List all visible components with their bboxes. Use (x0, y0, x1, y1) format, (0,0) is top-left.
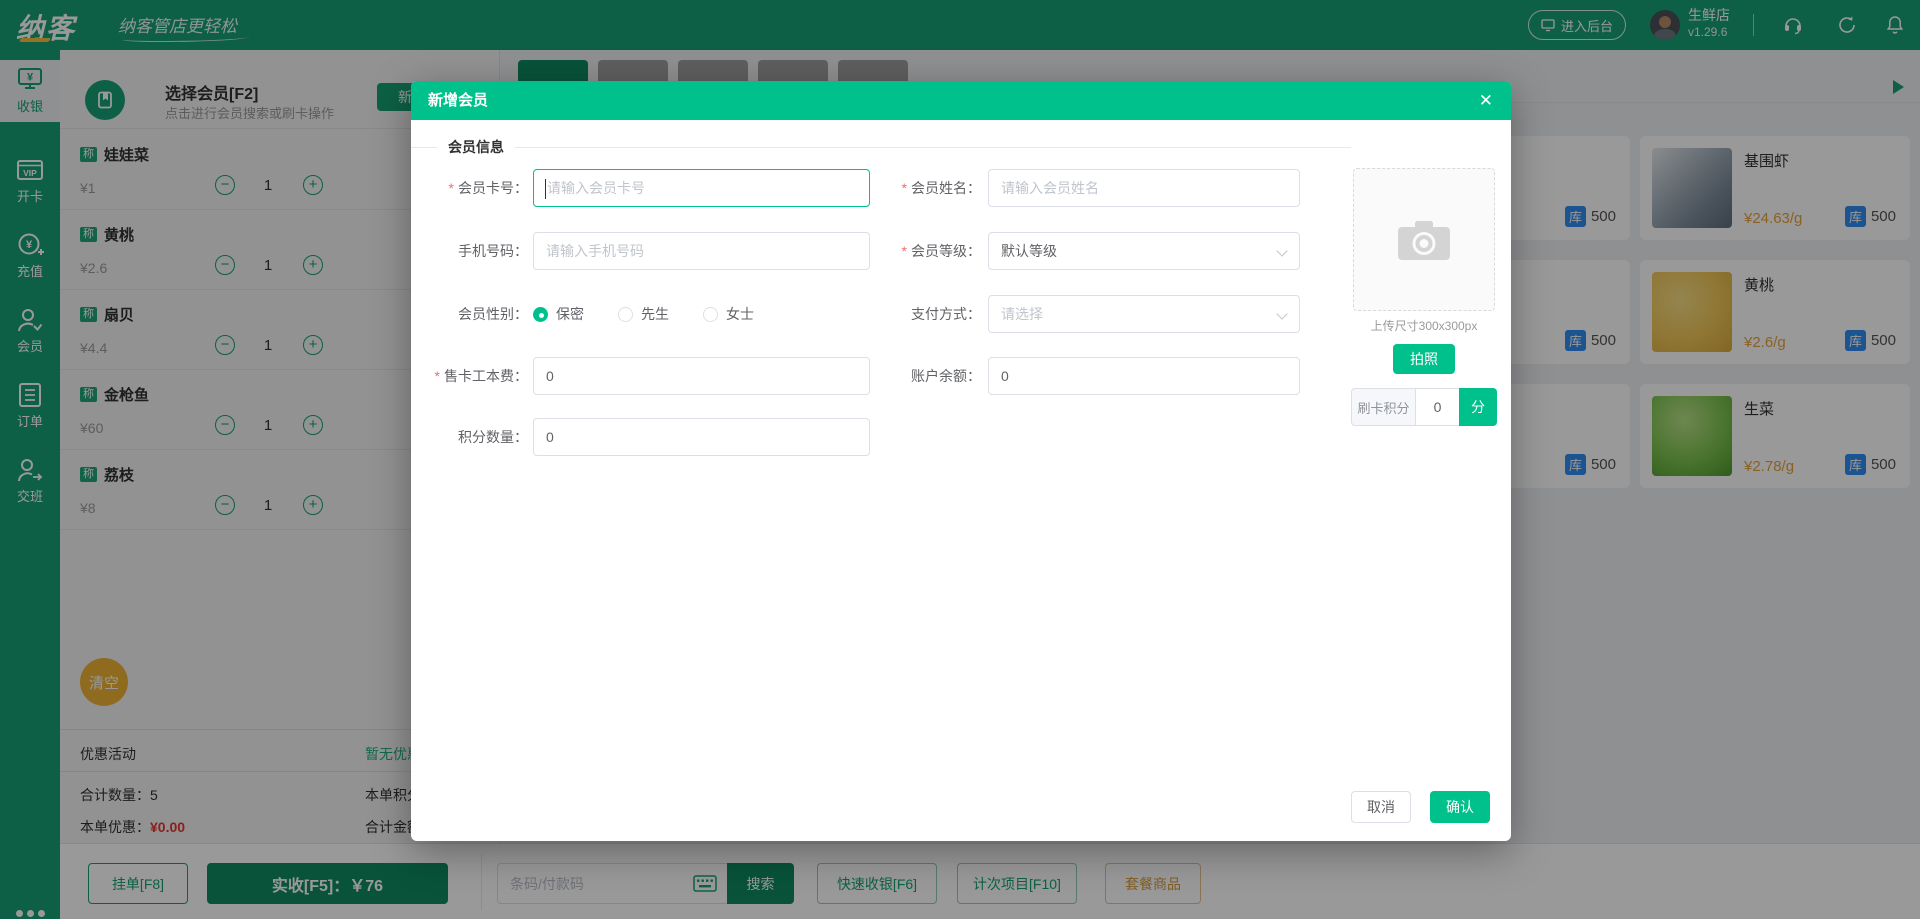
phone-label: 手机号码： (458, 243, 528, 259)
photo-upload-box[interactable] (1353, 168, 1495, 311)
member-info-section-header: 会员信息 (411, 137, 1351, 157)
radio-icon (703, 306, 718, 322)
member-name-field[interactable] (988, 169, 1300, 207)
card-no-field[interactable] (533, 169, 870, 207)
take-photo-button[interactable]: 拍照 (1393, 344, 1455, 374)
member-level-value: 默认等级 (1001, 243, 1057, 259)
points-label: 积分数量： (458, 429, 528, 445)
gender-radio-group: 保密 先生 女士 (533, 295, 754, 333)
card-no-label: 会员卡号： (417, 169, 528, 207)
member-name-label: 会员姓名： (831, 169, 981, 207)
member-level-label: 会员等级： (831, 232, 981, 270)
section-title: 会员信息 (448, 139, 504, 155)
gender-option-male[interactable]: 先生 (618, 304, 669, 324)
camera-icon (1398, 220, 1450, 260)
swipe-points-label: 刷卡积分 (1351, 388, 1415, 426)
member-level-select[interactable]: 默认等级 (988, 232, 1300, 270)
points-field[interactable] (533, 418, 870, 456)
swipe-points-input[interactable] (1415, 388, 1459, 426)
card-fee-input[interactable] (534, 358, 869, 394)
gender-option-label: 保密 (556, 306, 584, 322)
payment-select[interactable]: 请选择 (988, 295, 1300, 333)
modal-title: 新增会员 (428, 92, 489, 109)
card-no-input[interactable] (534, 170, 869, 206)
radio-selected-icon (533, 306, 548, 322)
gender-option-female[interactable]: 女士 (703, 304, 754, 324)
divider (411, 146, 437, 148)
points-input[interactable] (534, 419, 869, 455)
cancel-button[interactable]: 取消 (1351, 791, 1411, 823)
swipe-points-unit-button[interactable]: 分 (1459, 388, 1497, 426)
card-fee-label: 售卡工本费： (417, 357, 528, 395)
phone-input[interactable] (534, 233, 869, 269)
phone-field[interactable] (533, 232, 870, 270)
swipe-points-group: 刷卡积分 分 (1351, 388, 1497, 426)
gender-option-label: 女士 (726, 306, 754, 322)
close-icon[interactable]: ✕ (1479, 81, 1493, 120)
gender-option-label: 先生 (641, 306, 669, 322)
balance-field[interactable] (988, 357, 1300, 395)
gender-option-secret[interactable]: 保密 (533, 304, 584, 324)
photo-size-hint: 上传尺寸300x300px (1370, 319, 1478, 333)
pos-screen: 纳客 纳客管店更轻松 进入后台 生鲜店 v1.29.6 ¥ 收银 VIP 开卡 … (0, 0, 1920, 919)
balance-input[interactable] (989, 358, 1299, 394)
add-member-modal: 新增会员 ✕ 会员信息 会员卡号： 会员姓名： 手机号码： 会员等级： 默认等级 (411, 81, 1511, 841)
balance-label: 账户余额： (911, 368, 981, 384)
member-name-input[interactable] (989, 170, 1299, 206)
confirm-button[interactable]: 确认 (1430, 791, 1490, 823)
payment-placeholder: 请选择 (1001, 306, 1043, 322)
divider (515, 146, 1351, 148)
text-caret (545, 179, 546, 199)
gender-label: 会员性别： (458, 306, 528, 322)
payment-label: 支付方式： (911, 306, 981, 322)
modal-header: 新增会员 ✕ (411, 81, 1511, 120)
card-fee-field[interactable] (533, 357, 870, 395)
radio-icon (618, 306, 633, 322)
